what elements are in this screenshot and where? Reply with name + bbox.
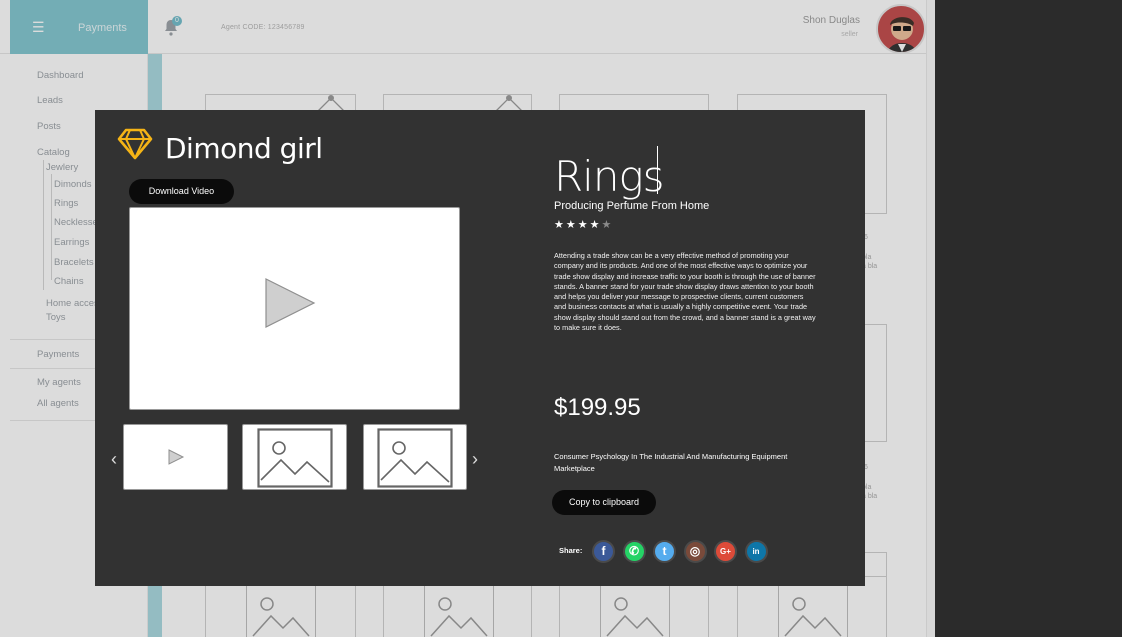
product-title: Dimond girl [165, 132, 323, 165]
linkedin-share-icon[interactable]: in [744, 540, 768, 563]
product-category-title: Rings [554, 152, 665, 201]
video-thumbnail[interactable] [123, 424, 228, 490]
instagram-share-icon[interactable]: ◎ [683, 540, 707, 563]
video-player[interactable] [129, 207, 460, 410]
download-video-button[interactable]: Download Video [129, 179, 234, 204]
play-icon[interactable] [264, 277, 318, 329]
image-placeholder-icon [377, 428, 453, 488]
prev-thumbnail-arrow[interactable]: ‹ [111, 449, 117, 470]
google-plus-share-icon[interactable]: G+ [714, 540, 737, 563]
image-thumbnail[interactable] [242, 424, 347, 490]
next-thumbnail-arrow[interactable]: › [472, 449, 478, 470]
share-label: Share: [559, 546, 583, 555]
outer-background [935, 0, 1122, 637]
diamond-icon [117, 127, 153, 161]
product-note: Consumer Psychology In The Industrial An… [554, 452, 788, 473]
star-filled-icon: ★ [565, 219, 578, 231]
product-modal: Dimond girl Download Video ‹ › Rings Pro… [95, 110, 865, 586]
star-filled-icon: ★ [577, 219, 590, 231]
facebook-share-icon[interactable]: f [592, 540, 615, 563]
product-price: $199.95 [554, 394, 641, 421]
text-cursor [657, 146, 658, 194]
image-placeholder-icon [257, 428, 333, 488]
image-thumbnail[interactable] [363, 424, 467, 490]
star-empty-icon: ★ [601, 219, 614, 231]
copy-to-clipboard-button[interactable]: Copy to clipboard [552, 490, 656, 515]
play-icon [168, 449, 185, 465]
twitter-share-icon[interactable]: t [653, 540, 676, 563]
product-subtitle: Producing Perfume From Home [554, 200, 710, 212]
star-filled-icon: ★ [589, 219, 602, 231]
product-description: Attending a trade show can be a very eff… [554, 251, 816, 333]
star-filled-icon: ★ [554, 219, 566, 231]
rating-stars: ★★★★★ [554, 218, 613, 231]
whatsapp-share-icon[interactable]: ✆ [622, 540, 646, 563]
